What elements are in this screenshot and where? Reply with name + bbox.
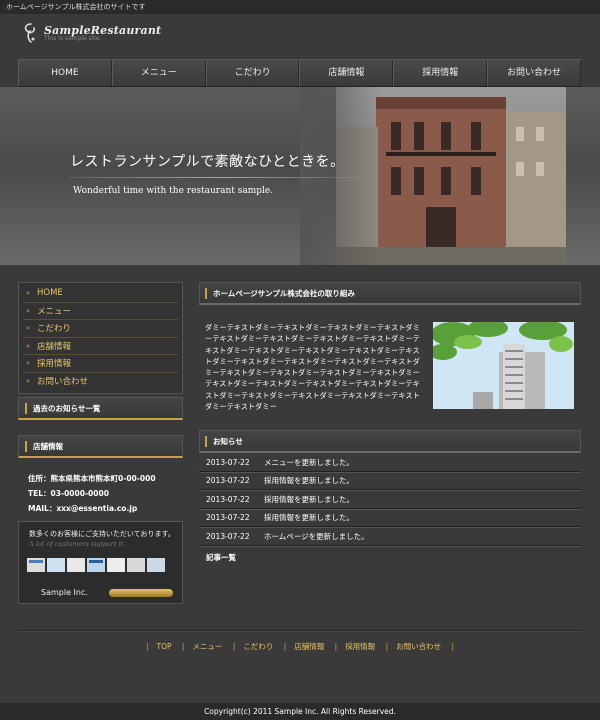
news-heading: お知らせ	[199, 430, 581, 454]
intro-block: ダミーテキストダミーテキストダミーテキストダミーテキストダミーテキストダミーテキ…	[199, 322, 581, 412]
separator: |	[283, 642, 287, 651]
separator: |	[385, 642, 389, 651]
site-header: SampleRestaurant This is sample site.	[0, 14, 600, 59]
gnav-store-info[interactable]: 店舗情報	[299, 60, 394, 86]
news-date: 2013-07-22	[206, 457, 250, 467]
hero-divider	[68, 177, 378, 178]
separator: |	[181, 642, 185, 651]
global-nav: HOME メニュー こだわり 店舗情報 採用情報 お問い合わせ	[18, 59, 581, 87]
separator: |	[232, 642, 236, 651]
news-item[interactable]: 2013-07-22 ホームページを更新しました。	[199, 527, 581, 546]
heading-accent-bar	[205, 435, 207, 447]
hero-title: レストランサンプルで素敵なひとときを。	[70, 154, 345, 170]
sidebar: » HOME » メニュー » こだわり » 店舗情報 » 採用情報 » お問い合わせ 過去…	[18, 282, 183, 604]
sidebar-item-label: 店舗情報	[37, 341, 72, 352]
past-news-heading[interactable]: 過去のお知らせ一覧	[18, 397, 183, 420]
banner-brand: Sample Inc.	[41, 588, 88, 597]
footer-link-store-info[interactable]: 店舗情報	[294, 642, 324, 651]
news-date: 2013-07-22	[206, 494, 250, 504]
banner-button[interactable]	[109, 589, 173, 597]
sidebar-item-menu[interactable]: » メニュー	[23, 303, 178, 320]
store-mail: MAIL：xxx@essentia.co.jp	[28, 504, 138, 513]
news-date: 2013-07-22	[206, 513, 250, 523]
sidebar-item-label: HOME	[37, 288, 63, 299]
sidebar-item-recruit[interactable]: » 採用情報	[23, 355, 178, 373]
news-date: 2013-07-22	[206, 476, 250, 486]
chevron-right-icon: »	[26, 377, 31, 386]
footer-link-recruit[interactable]: 採用情報	[345, 642, 375, 651]
footer-divider	[18, 630, 581, 632]
news-item[interactable]: 2013-07-22 採用情報を更新しました。	[199, 472, 581, 491]
heading-accent-bar	[205, 287, 207, 299]
separator: |	[334, 642, 338, 651]
section-heading: ホームページサンプル株式会社の取り組み	[199, 282, 581, 305]
intro-text: ダミーテキストダミーテキストダミーテキストダミーテキストダミーテキストダミーテキ…	[205, 323, 420, 412]
gnav-commitment[interactable]: こだわり	[205, 60, 300, 86]
gnav-home[interactable]: HOME	[18, 60, 112, 86]
logo-swirl-icon	[24, 23, 35, 43]
sidebar-item-label: 採用情報	[37, 359, 72, 370]
chevron-right-icon: »	[26, 324, 31, 333]
past-news-heading-label: 過去のお知らせ一覧	[33, 403, 101, 413]
news-section: お知らせ 2013-07-22 メニューを更新しました。 2013-07-22 採用…	[199, 430, 581, 563]
sidebar-item-label: お問い合わせ	[37, 377, 89, 388]
site-description-bar: ホームページサンプル株式会社のサイトです	[0, 0, 600, 14]
heading-accent-bar	[25, 440, 27, 452]
footer-link-top[interactable]: TOP	[156, 642, 171, 651]
news-text: メニューを更新しました。	[264, 457, 354, 467]
store-info-heading-label: 店舗情報	[33, 441, 63, 451]
sidebar-item-store-info[interactable]: » 店舗情報	[23, 338, 178, 355]
website-thumbnails-image	[27, 558, 165, 572]
store-info: 住所：熊本県熊本市熊本町0-00-000 TEL：03-0000-0000 MA…	[18, 458, 183, 516]
sidebar-item-contact[interactable]: » お問い合わせ	[23, 373, 178, 391]
section-title: ホームページサンプル株式会社の取り組み	[213, 288, 355, 298]
store-address: 住所：熊本県熊本市熊本町0-00-000	[28, 474, 156, 483]
site-description: ホームページサンプル株式会社のサイトです	[6, 3, 146, 11]
store-tel: TEL：03-0000-0000	[28, 489, 109, 498]
news-archive-link[interactable]: 記事一覧	[199, 546, 581, 563]
sidebar-item-home[interactable]: » HOME	[23, 285, 178, 303]
news-text: 採用情報を更新しました。	[264, 513, 354, 523]
hero-banner: レストランサンプルで素敵なひとときを。 Wonderful time with …	[0, 87, 600, 265]
tower-leaves-image	[433, 322, 574, 409]
footer-link-commitment[interactable]: こだわり	[243, 642, 273, 651]
news-date: 2013-07-22	[206, 531, 250, 541]
chevron-right-icon: »	[26, 359, 31, 368]
news-text: 採用情報を更新しました。	[264, 494, 354, 504]
customer-banner[interactable]: 数多くのお客様にご支持いただいております。 A lot of customers…	[18, 521, 183, 604]
site-logo[interactable]: SampleRestaurant This is sample site.	[22, 22, 161, 44]
news-item[interactable]: 2013-07-22 採用情報を更新しました。	[199, 509, 581, 528]
gnav-recruit[interactable]: 採用情報	[393, 60, 488, 86]
heading-accent-bar	[25, 402, 27, 414]
chevron-right-icon: »	[26, 289, 31, 298]
main-content: ホームページサンプル株式会社の取り組み ダミーテキストダミーテキストダミーテキス…	[199, 282, 581, 563]
footer-nav: | TOP | メニュー | こだわり | 店舗情報 | 採用情報 | お問い合わせ |	[0, 641, 600, 652]
chevron-right-icon: »	[26, 341, 31, 350]
copyright-bar: Copyright(c) 2011 Sample Inc. All Rights…	[0, 703, 600, 720]
banner-subline: A lot of customers support it.	[29, 540, 126, 548]
news-title: お知らせ	[213, 436, 243, 446]
banner-headline: 数多くのお客様にご支持いただいております。	[29, 530, 175, 538]
separator: |	[451, 642, 455, 651]
sidebar-item-label: メニュー	[37, 306, 72, 317]
news-item[interactable]: 2013-07-22 採用情報を更新しました。	[199, 490, 581, 509]
separator: |	[145, 642, 149, 651]
chevron-right-icon: »	[26, 306, 31, 315]
sidebar-item-commitment[interactable]: » こだわり	[23, 320, 178, 338]
hero-fade	[300, 87, 380, 265]
gnav-menu[interactable]: メニュー	[111, 60, 206, 86]
news-item[interactable]: 2013-07-22 メニューを更新しました。	[199, 453, 581, 472]
news-text: 採用情報を更新しました。	[264, 476, 354, 486]
gnav-contact[interactable]: お問い合わせ	[487, 60, 581, 86]
footer-link-contact[interactable]: お問い合わせ	[396, 642, 441, 651]
sidebar-item-label: こだわり	[37, 324, 72, 335]
news-text: ホームページを更新しました。	[264, 531, 369, 541]
copyright-text: Copyright(c) 2011 Sample Inc. All Rights…	[204, 707, 396, 716]
sidebar-menu: » HOME » メニュー » こだわり » 店舗情報 » 採用情報 » お問い合わせ	[18, 282, 183, 394]
footer-link-menu[interactable]: メニュー	[192, 642, 222, 651]
hero-subtitle: Wonderful time with the restaurant sampl…	[73, 186, 274, 196]
store-info-heading: 店舗情報	[18, 435, 183, 458]
